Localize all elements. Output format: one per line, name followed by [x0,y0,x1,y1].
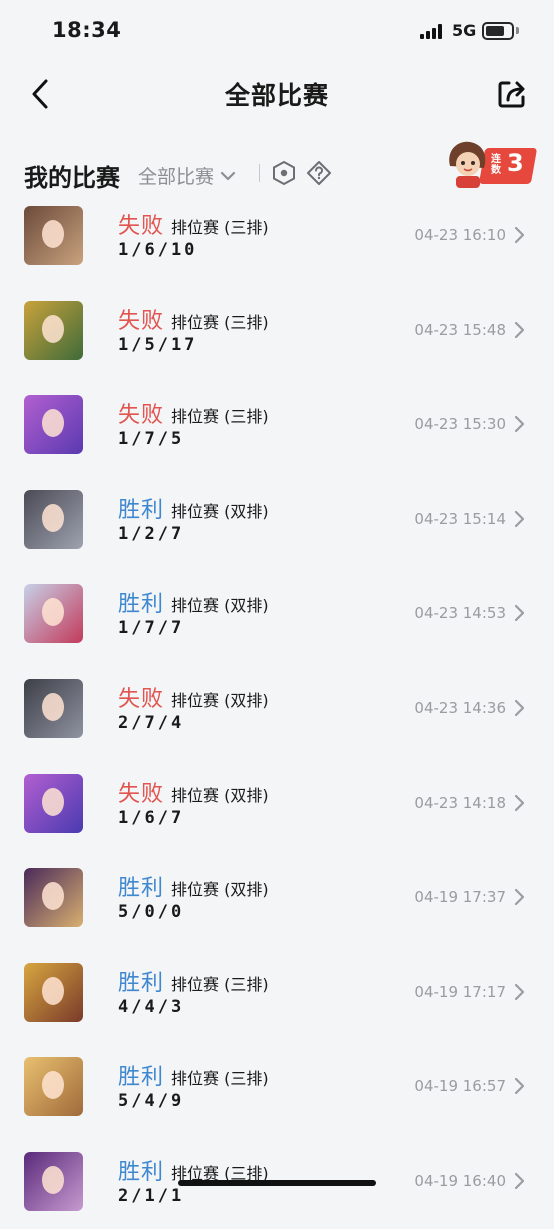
chevron-right-icon [514,1172,525,1190]
hero-avatar [24,678,83,738]
match-row[interactable]: 胜利 排位赛 (双排) 5/0/0 04-19 17:37 [0,850,554,945]
match-result: 失败 [118,214,165,239]
match-time: 04-23 16:10 [414,226,506,244]
hero-avatar [24,1151,83,1211]
divider [259,164,260,182]
match-result: 胜利 [118,592,165,618]
match-kda: 1/2/7 [118,523,185,544]
chevron-right-icon [514,889,525,906]
match-result: 胜利 [118,876,165,902]
chevron-right-icon [514,321,525,338]
streak-label: 连数 [491,154,501,176]
chevron-right-icon [514,983,525,1000]
match-row[interactable]: 失败 排位赛 (双排) 2/7/4 04-23 14:36 [0,661,554,756]
match-time: 04-23 14:36 [414,698,506,717]
match-mode: 排位赛 (三排) [171,407,269,427]
signal-icon [420,24,444,39]
chevron-right-icon [514,1078,525,1095]
status-bar: 18:34 5G [0,0,554,62]
mascot-icon [449,141,486,188]
match-result: 失败 [118,781,165,807]
match-time: 04-19 17:17 [414,982,506,1001]
match-result: 胜利 [118,497,165,523]
hero-avatar [24,489,83,549]
match-mode: 排位赛 (双排) [171,596,269,616]
chevron-right-icon [514,226,525,244]
match-kda: 1/5/17 [118,334,198,355]
hero-avatar [24,868,83,928]
match-time: 04-23 15:48 [414,320,506,339]
hero-avatar [24,206,83,265]
match-filter-dropdown[interactable]: 全部比赛 [138,162,236,189]
network-label: 5G [452,21,477,40]
match-mode: 排位赛 (双排) [171,690,269,710]
hex-filter-button[interactable] [272,160,296,186]
chevron-right-icon [514,794,525,811]
match-mode: 排位赛 (双排) [171,880,269,900]
page-title: 全部比赛 [224,81,329,110]
hero-avatar [24,962,83,1022]
chevron-right-icon [514,699,525,717]
match-row[interactable]: 失败 排位赛 (三排) 1/7/5 04-23 15:30 [0,377,554,472]
hero-avatar [24,395,83,455]
hero-avatar [24,584,83,644]
help-button[interactable] [306,160,332,186]
match-time: 04-23 15:30 [414,415,506,434]
match-time: 04-19 16:57 [414,1077,506,1096]
hero-avatar [24,773,83,833]
match-kda: 4/4/3 [118,996,185,1017]
match-mode: 排位赛 (三排) [171,974,269,994]
win-streak-badge[interactable]: 连数 3 [444,136,538,194]
match-time: 04-19 17:37 [414,888,506,907]
chevron-right-icon [514,416,525,433]
match-kda: 1/7/7 [118,618,185,639]
battery-tip [516,27,519,34]
share-button[interactable] [496,78,528,110]
hero-avatar [24,300,83,360]
match-mode: 排位赛 (三排) [171,312,269,332]
match-mode: 排位赛 (双排) [171,785,269,805]
match-kda: 1/7/5 [118,429,185,450]
match-result: 失败 [118,686,165,712]
match-result: 胜利 [118,970,165,996]
match-time: 04-19 16:40 [414,1171,506,1190]
match-mode: 排位赛 (三排) [171,1069,269,1089]
match-kda: 2/1/1 [118,1185,185,1206]
match-row[interactable]: 失败 排位赛 (三排) 1/5/17 04-23 15:48 [0,283,554,378]
match-row[interactable]: 失败 排位赛 (双排) 1/6/7 04-23 14:18 [0,756,554,851]
chevron-right-icon [514,510,525,527]
match-result: 胜利 [118,1159,165,1185]
match-row[interactable]: 失败 排位赛 (三排) 1/6/10 04-23 16:10 [0,188,554,283]
hexagon-icon [273,160,295,186]
match-row[interactable]: 胜利 排位赛 (三排) 5/4/9 04-19 16:57 [0,1039,554,1134]
match-row[interactable]: 胜利 排位赛 (双排) 1/7/7 04-23 14:53 [0,566,554,661]
match-kda: 1/6/10 [118,240,198,260]
share-icon [498,81,525,108]
match-result: 胜利 [118,1065,165,1091]
match-kda: 2/7/4 [118,712,185,733]
hero-avatar [24,1057,83,1117]
match-row[interactable]: 胜利 排位赛 (三排) 4/4/3 04-19 17:17 [0,945,554,1040]
chevron-down-icon [220,171,236,180]
match-result: 失败 [118,308,165,334]
status-time: 18:34 [52,18,122,42]
streak-count: 3 [507,149,524,177]
match-time: 04-23 14:53 [414,604,506,623]
match-result: 失败 [118,403,165,429]
match-list: 失败 排位赛 (三排) 1/6/10 04-23 16:10 失败 排位赛 (三排) 1/5… [0,188,554,1229]
filter-value: 全部比赛 [138,166,215,188]
match-kda: 5/4/9 [118,1091,185,1112]
match-row[interactable]: 胜利 排位赛 (双排) 1/2/7 04-23 15:14 [0,472,554,567]
match-time: 04-23 15:14 [414,509,506,528]
match-time: 04-23 14:18 [414,793,506,812]
match-kda: 5/0/0 [118,902,185,923]
match-mode: 排位赛 (三排) [171,218,269,237]
battery-icon [482,22,514,40]
chevron-right-icon [514,605,525,622]
home-indicator [178,1180,376,1186]
match-mode: 排位赛 (双排) [171,501,269,521]
match-kda: 1/6/7 [118,807,185,828]
help-icon [307,161,331,185]
nav-bar: 全部比赛 [0,62,554,126]
